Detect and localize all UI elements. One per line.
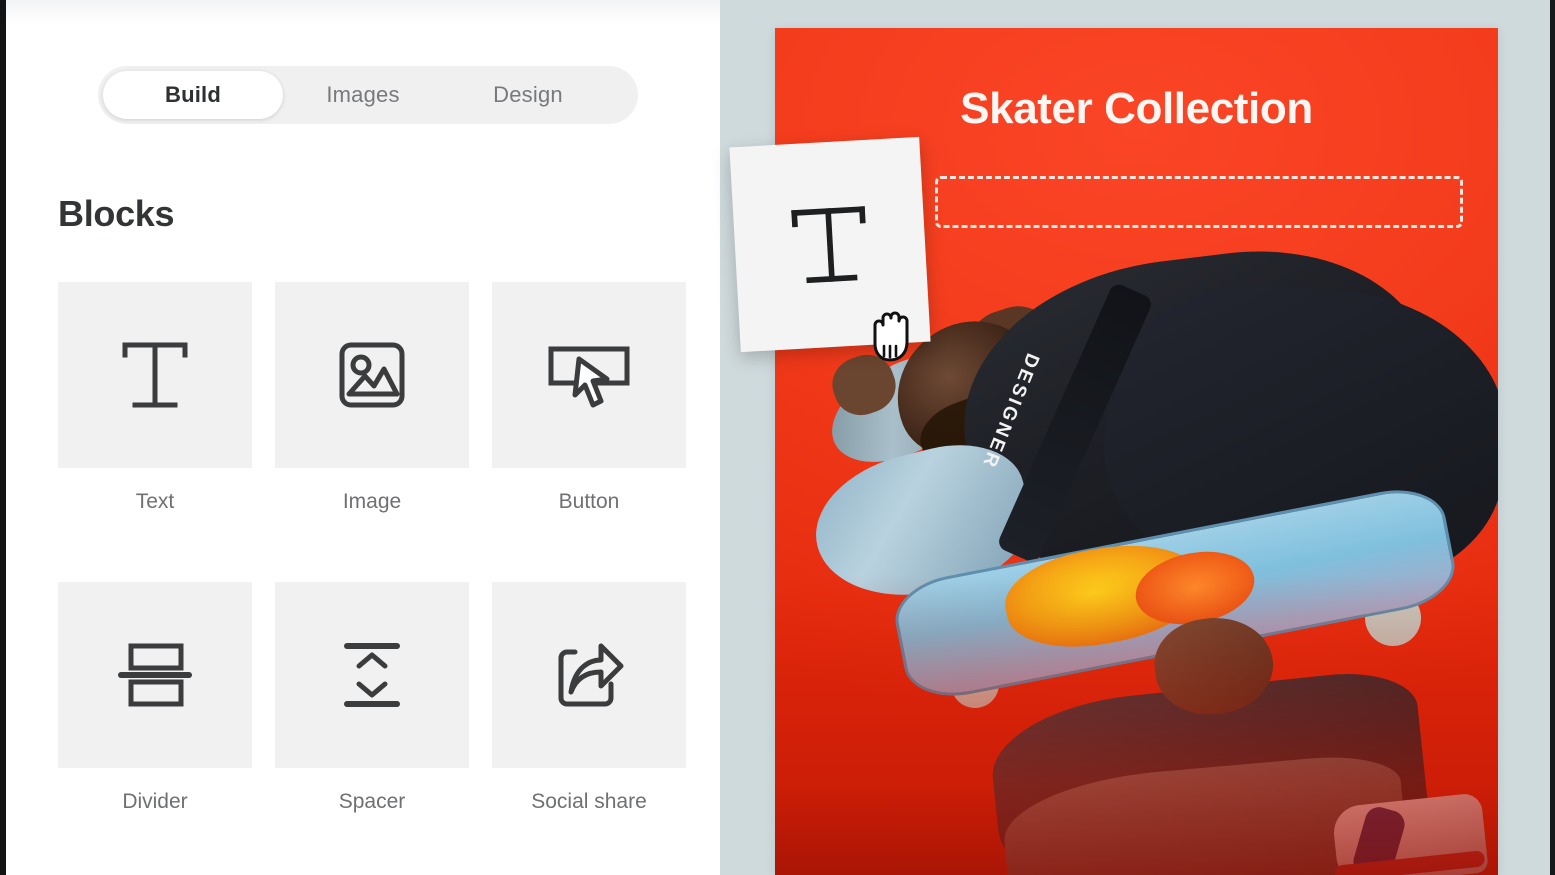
tab-design[interactable]: Design	[443, 71, 613, 119]
blocks-row-1: Text Image Button	[58, 282, 688, 514]
email-headline: Skater Collection	[960, 84, 1313, 133]
tab-images[interactable]: Images	[283, 71, 443, 119]
button-cursor-icon	[548, 346, 630, 408]
block-item-image[interactable]: Image	[275, 282, 469, 514]
block-label-button: Button	[558, 490, 620, 513]
block-tile-spacer[interactable]	[275, 582, 469, 768]
block-label-divider: Divider	[122, 790, 188, 813]
block-tile-text[interactable]	[58, 282, 252, 468]
tab-build[interactable]: Build	[103, 71, 283, 119]
grabbing-hand-cursor	[866, 308, 914, 367]
window-right-edge	[1550, 0, 1555, 875]
email-canvas: Skater Collection DESIGNER	[720, 0, 1550, 875]
block-tile-button[interactable]	[492, 282, 686, 468]
block-label-text: Text	[135, 490, 175, 513]
social-share-icon	[558, 643, 624, 707]
spacer-icon	[344, 643, 400, 707]
block-tile-image[interactable]	[275, 282, 469, 468]
blocks-panel: Build Images Design Blocks Text Image Bu…	[6, 0, 720, 875]
blocks-grid: Text Image Button Divider Spacer Social …	[58, 282, 688, 875]
image-picture-icon	[339, 342, 405, 408]
block-label-image: Image	[342, 490, 402, 513]
block-item-divider[interactable]: Divider	[58, 582, 252, 814]
divider-icon	[118, 643, 192, 707]
tab-design-label: Design	[493, 82, 563, 107]
block-item-social-share[interactable]: Social share	[492, 582, 686, 814]
tab-build-label: Build	[165, 82, 221, 107]
block-label-social-share: Social share	[531, 790, 647, 813]
panel-tab-switcher[interactable]: Build Images Design	[98, 66, 638, 124]
block-tile-social-share[interactable]	[492, 582, 686, 768]
email-bottom-shading	[775, 575, 1498, 875]
block-tile-divider[interactable]	[58, 582, 252, 768]
panel-top-sheen	[6, 0, 720, 26]
blocks-row-2: Divider Spacer Social share	[58, 582, 688, 814]
block-item-spacer[interactable]: Spacer	[275, 582, 469, 814]
block-label-spacer: Spacer	[338, 790, 406, 813]
window-left-edge	[0, 0, 6, 875]
email-builder-screen: Build Images Design Blocks Text Image Bu…	[0, 0, 1555, 875]
page-title: Blocks	[58, 193, 175, 234]
text-t-icon	[791, 205, 866, 283]
block-item-button[interactable]: Button	[492, 282, 686, 514]
block-dropzone[interactable]	[935, 176, 1463, 228]
tab-images-label: Images	[326, 82, 400, 107]
text-t-icon	[122, 342, 188, 408]
block-item-text[interactable]: Text	[58, 282, 252, 514]
